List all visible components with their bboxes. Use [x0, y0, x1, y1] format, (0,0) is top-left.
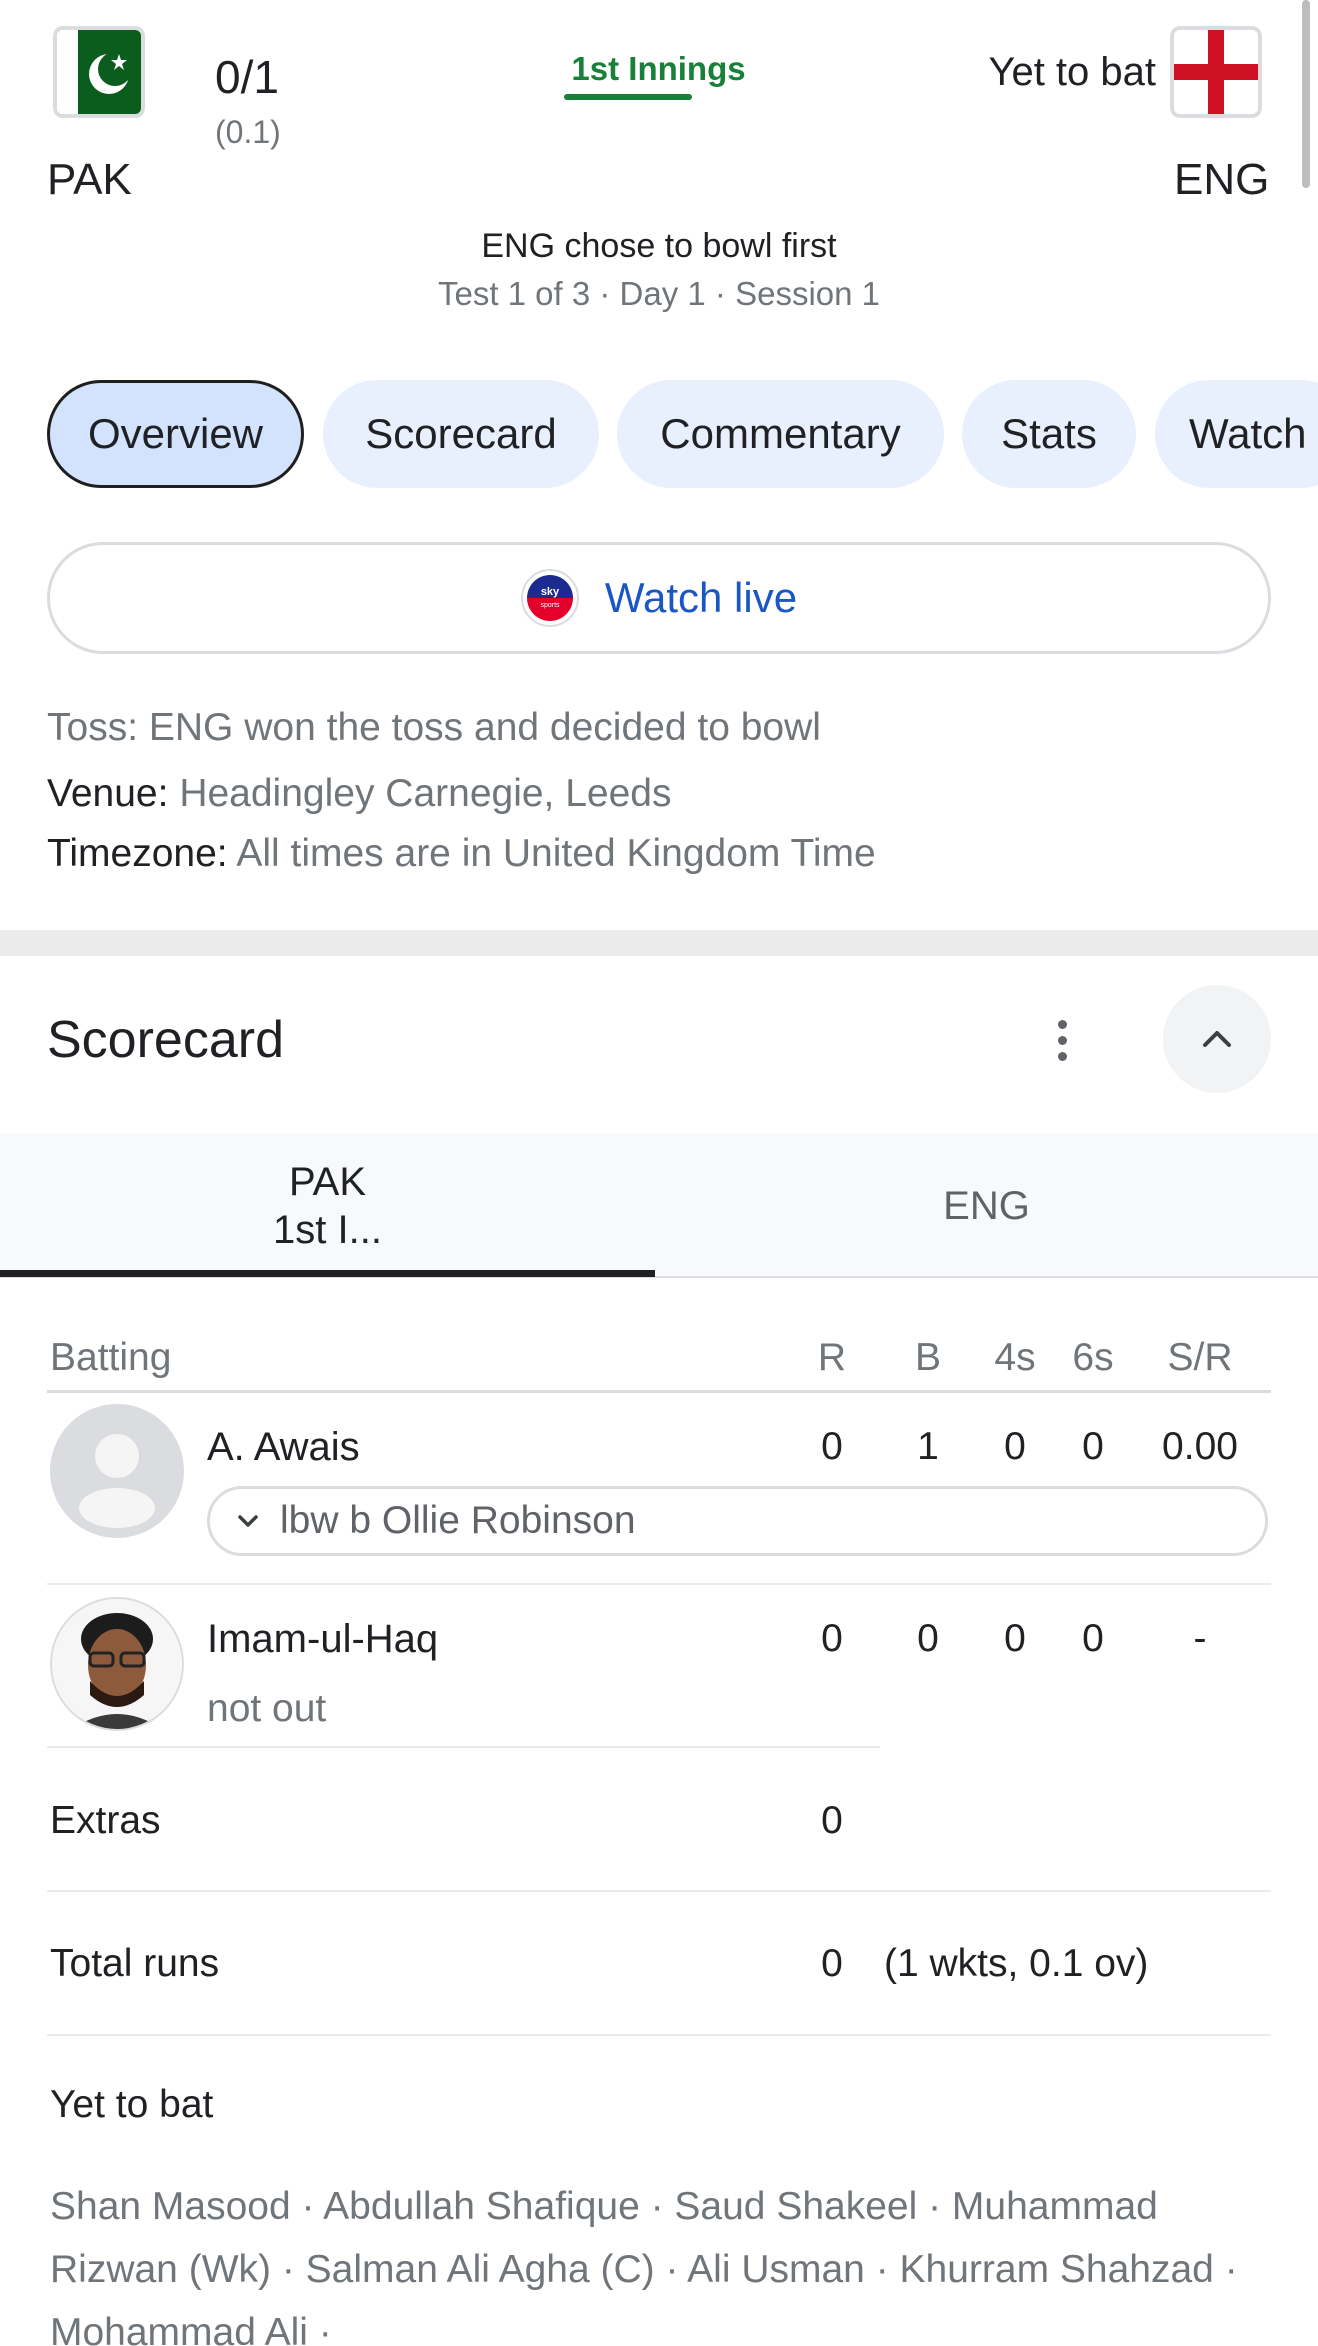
scorecard-title: Scorecard: [47, 1011, 284, 1069]
tab-commentary[interactable]: Commentary: [617, 380, 944, 488]
venue-info: Venue: Headingley Carnegie, Leeds: [47, 772, 671, 816]
timezone-info-value: All times are in United Kingdom Time: [236, 832, 876, 875]
dismissal-text: lbw b Ollie Robinson: [280, 1499, 636, 1542]
batter-status: not out: [207, 1687, 327, 1730]
toss-info: Toss: ENG won the toss and decided to bo…: [47, 706, 821, 750]
timezone-info: Timezone: All times are in United Kingdo…: [47, 832, 876, 876]
yet-to-bat-list: Shan Masood · Abdullah Shafique · Saud S…: [50, 2185, 1238, 2346]
home-team-code: PAK: [47, 155, 132, 204]
tab-scorecard[interactable]: Scorecard: [323, 380, 599, 488]
collapse-button[interactable]: [1163, 985, 1271, 1093]
runs-header: R: [817, 1336, 847, 1379]
team-tabs: PAK 1st I... ENG: [0, 1133, 1318, 1278]
innings-tab-indicator: [564, 94, 692, 100]
fours-header: 4s: [994, 1336, 1036, 1379]
toss-info-value: ENG won the toss and decided to bowl: [148, 706, 821, 749]
person-icon: [52, 1406, 182, 1536]
svg-text:sky: sky: [541, 586, 560, 598]
batter-balls: 1: [917, 1425, 939, 1468]
chevron-down-icon: [238, 1515, 258, 1527]
page-scrollbar[interactable]: [1302, 0, 1310, 188]
tab-watch[interactable]: Watch: [1155, 380, 1318, 488]
watch-live-button[interactable]: sky sports Watch live: [47, 542, 1271, 654]
strike-rate-header: S/R: [1167, 1336, 1233, 1379]
batter-name[interactable]: A. Awais: [207, 1425, 360, 1470]
player-photo-icon: [52, 1599, 182, 1729]
extras-label: Extras: [50, 1799, 161, 1842]
chevron-up-icon: [1203, 1031, 1231, 1047]
row-divider: [47, 2034, 1271, 2036]
team-tab-indicator: [0, 1270, 655, 1277]
pakistan-flag-icon: [53, 26, 145, 118]
timezone-info-label: Timezone:: [47, 832, 228, 875]
away-status: Yet to bat: [988, 50, 1156, 94]
row-divider: [47, 1890, 1271, 1892]
sixes-header: 6s: [1072, 1336, 1114, 1379]
home-overs: (0.1): [215, 114, 281, 150]
batter-sixes: 0: [1082, 1425, 1104, 1468]
toss-info-label: Toss:: [47, 706, 139, 749]
batter-photo: [50, 1597, 184, 1731]
dismissal-expander[interactable]: lbw b Ollie Robinson: [207, 1486, 1268, 1556]
team-tab-pak-line1: PAK: [288, 1159, 367, 1204]
batter-name[interactable]: Imam-ul-Haq: [207, 1617, 438, 1662]
team-tab-pak-line2: 1st I...: [273, 1207, 382, 1252]
batter-runs: 0: [821, 1617, 843, 1660]
avatar-placeholder: [50, 1404, 184, 1538]
watch-live-label: Watch live: [604, 574, 798, 621]
batter-sixes: 0: [1082, 1617, 1104, 1660]
batter-runs: 0: [821, 1425, 843, 1468]
total-runs-detail: (1 wkts, 0.1 ov): [884, 1942, 1149, 1985]
batter-strike-rate: -: [1193, 1617, 1207, 1660]
away-team-code: ENG: [1174, 155, 1270, 204]
venue-info-value: Headingley Carnegie, Leeds: [179, 772, 672, 815]
batter-fours: 0: [1004, 1425, 1026, 1468]
sky-sports-logo-icon: sky sports: [520, 569, 579, 627]
batter-fours: 0: [1004, 1617, 1026, 1660]
row-divider: [47, 1583, 1271, 1585]
england-flag-icon: [1170, 26, 1262, 118]
extras-value: 0: [821, 1799, 843, 1842]
match-details: Test 1 of 3 · Day 1 · Session 1: [437, 275, 881, 312]
venue-info-label: Venue:: [47, 772, 169, 815]
toss-summary: ENG chose to bowl first: [481, 227, 837, 265]
more-options-icon[interactable]: [1038, 1010, 1086, 1070]
team-tab-eng[interactable]: ENG: [655, 1133, 1318, 1278]
innings-tab[interactable]: 1st Innings: [520, 50, 797, 88]
svg-text:sports: sports: [540, 602, 560, 609]
section-divider: [0, 930, 1318, 956]
tab-stats[interactable]: Stats: [962, 380, 1136, 488]
team-tab-pak[interactable]: PAK 1st I...: [0, 1133, 655, 1278]
balls-header: B: [914, 1336, 941, 1379]
home-score: 0/1: [215, 51, 279, 103]
batter-strike-rate: 0.00: [1162, 1425, 1238, 1468]
yet-to-bat-label: Yet to bat: [50, 2083, 214, 2126]
batting-header: Batting: [50, 1336, 172, 1379]
tab-overview[interactable]: Overview: [47, 380, 304, 488]
header-divider: [47, 1390, 1271, 1393]
total-runs-value: 0: [821, 1942, 843, 1985]
team-tab-eng-line1: ENG: [943, 1183, 1030, 1228]
batter-balls: 0: [917, 1617, 939, 1660]
total-runs-label: Total runs: [50, 1942, 220, 1985]
row-divider: [47, 1746, 880, 1748]
